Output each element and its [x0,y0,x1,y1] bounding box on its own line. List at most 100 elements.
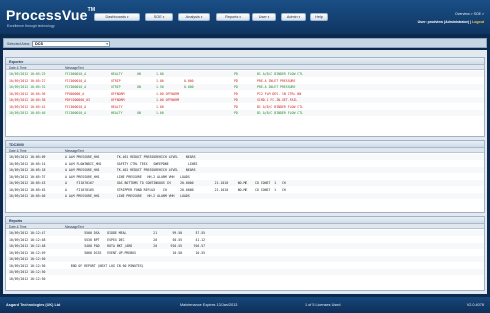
row-message: 5500 DSA DIODE MEAL 21 99.50 57.55 [65,231,206,235]
row-date: 10/09/2012 10:12:48 [9,244,46,248]
panel-title: TDC3000 [6,141,484,148]
row-value2: 1.00 OFFNORM [156,98,180,102]
chevron-down-icon: ▾ [267,15,270,19]
table-row[interactable]: 10/09/2012 10:12:47 5500 DSA DIODE MEAL … [6,230,484,236]
table-row[interactable]: 10/09/2012 10:12:50 END OF REPORT (NEXT … [6,263,484,269]
row-date: 10/09/2012 10:12:49 [9,250,46,255]
row-description: SCHD.1 FC.IN.SET.FAIL [257,98,298,102]
row-message: A FI1070165 STRIPPER FOND REFLUX CH 20.0… [65,187,286,192]
content-area: Exporter Date & Time MessageText 10/09/2… [3,50,487,294]
row-date: 10/09/2012 10:05:36 [9,91,46,96]
row-date: 10/09/2012 10:05:37 [9,174,46,179]
selected-area-select[interactable]: DCS ▾ [32,40,110,47]
row-tag: FIC000010_A [65,111,87,115]
row-value2: 1.00 [156,111,164,115]
row-date: 10/09/2012 10:12:50 [9,257,46,261]
table-row[interactable]: 10/09/2012 10:05:18 A ALM PRESSURE_HH1 TK… [6,167,484,173]
chevron-down-icon: ▾ [239,15,241,19]
table-row[interactable]: 10/09/2012 10:05:45 A FI1070165 STRIPPER … [6,187,484,193]
row-unit: PD [234,78,238,83]
row-date: 10/09/2012 10:12:47 [9,231,46,235]
panel-rows: 10/09/2012 10:05:09 A ALM PRESSURE_HH1 TK… [6,153,484,213]
table-row[interactable]: 10/09/2012 10:12:50 [6,269,484,275]
row-unit: PD [234,91,238,96]
table-row[interactable]: 10/09/2012 10:05:27 FIC000010_A XTRIP 1.… [6,78,484,84]
user-info: User: prodview (Administrator) | Logout [417,20,484,24]
panel-title: Reports [6,217,484,224]
row-description: PRE-A INLET PRESSURE [257,78,296,83]
table-row[interactable]: 10/09/2012 10:12:49 5000 DCSS EVENT-UP-P… [6,250,484,256]
table-row[interactable]: 10/09/2012 10:05:46 A ALM PRESSURE_HH1 LI… [6,193,484,199]
row-state: OFFNORM [111,98,125,102]
table-row[interactable]: 10/09/2012 10:05:46 FIC000010_A HEALTY O… [6,110,484,116]
menu-help[interactable]: Help [310,13,328,21]
table-row[interactable]: 10/09/2012 10:12:48 5530 BPT ESPEX DEC 2… [6,237,484,243]
table-row[interactable]: 10/09/2012 10:05:36 FPO00000_A OFFNORM 1… [6,91,484,97]
row-unit: PD [234,104,238,109]
menu-user[interactable]: User ▾ [252,13,276,21]
row-tag: FIC000010_A [65,104,87,109]
row-tag: PDFC000000_03 [65,98,90,102]
table-row[interactable]: 10/09/2012 10:12:50 [6,276,484,282]
row-date: 10/09/2012 10:05:23 [9,72,46,76]
row-value2: 1.50 [156,85,164,89]
panel-tdc3000: TDC3000 Date & Time MessageText 10/09/20… [5,140,485,213]
selected-area-label: Selected Area: [7,41,30,46]
menu-admin[interactable]: Admin ▾ [281,13,306,21]
logout-link[interactable]: Logout [472,20,484,24]
panel-reports: Reports Date & Time MessageText 10/09/20… [5,216,485,291]
row-date: 10/09/2012 10:05:27 [9,78,46,83]
row-date: 10/09/2012 10:05:09 [9,155,46,159]
row-state: HEALTY [111,72,123,76]
company-name: Asgard Technologies (UK) Ltd [6,303,61,307]
table-row[interactable]: 10/09/2012 10:05:42 FIC000010_A HEALTY 1… [6,104,484,110]
processvue-logo[interactable]: ProcessVueTM [6,7,95,23]
menu-analysis[interactable]: Analysis ▾ [178,13,210,21]
row-description: PRE-A INLET PRESSURE [257,85,296,89]
menu-soe[interactable]: SOE ▾ [145,13,173,21]
row-value2: 1.00 OFFNORM [156,91,180,96]
panel-title: Exporter [6,58,484,65]
row-message: 5530 BPT ESPEX DEC 20 50.55 41.12 [65,237,206,242]
row-message: 5000 DCSS EVENT-UP-PREBUS 10.50 10.55 [65,250,206,255]
breadcrumb[interactable]: Overview > SOE > [455,12,484,16]
row-message: END OF REPORT (NEXT LOG IN 60 MINUTES) [65,263,144,268]
status-footer: Asgard Technologies (UK) Ltd Maintenance… [0,297,490,313]
chevron-down-icon: ▾ [126,15,129,19]
menu-dashboards[interactable]: Dashboards ▾ [94,13,140,21]
row-date: 10/09/2012 10:12:48 [9,237,46,242]
table-row[interactable]: 10/09/2012 10:05:43 A FI1070167 GAS BOTTO… [6,180,484,186]
row-description: B1 A/B/C BINDER FLOW CTL [257,72,304,76]
panel-exporter: Exporter Date & Time MessageText 10/09/2… [5,57,485,137]
table-row[interactable]: 10/09/2012 10:12:50 [6,256,484,262]
panel-rows: 10/09/2012 10:05:23 FIC000010_A HEALTY O… [6,70,484,136]
row-description: P12 FLM DEV. IN CTRL BW [257,91,302,96]
row-date: 10/09/2012 10:12:50 [9,263,46,268]
row-value3: 0.000 [184,78,194,83]
row-state: HEALTY [111,104,123,109]
row-tag: FIC000010_A [65,85,87,89]
chevron-down-icon: ▾ [200,15,203,19]
row-date: 10/09/2012 10:12:50 [9,276,46,281]
table-row[interactable]: 10/09/2012 10:05:14 A ALM FLOWINDIC_HH1 S… [6,161,484,167]
table-row[interactable]: 10/09/2012 10:12:48 5400 PAD ROTA BKT /A… [6,243,484,249]
row-date: 10/09/2012 10:12:50 [9,270,46,274]
row-state: HEALTY [111,111,123,115]
row-state: XTRIP [111,85,121,89]
row-description: B1 A/B/C BINDER FLOW CTL [257,104,304,109]
row-date: 10/09/2012 10:05:43 [9,181,46,185]
table-row[interactable]: 10/09/2012 10:05:38 PDFC000000_03 OFFNOR… [6,97,484,103]
menu-reports[interactable]: Reports ▾ [216,13,250,21]
table-row[interactable]: 10/09/2012 10:05:09 A ALM PRESSURE_HH1 TK… [6,154,484,160]
row-unit: PD [234,98,238,102]
table-row[interactable]: 10/09/2012 10:05:31 FIC000010_A XTRIP ON… [6,84,484,90]
chevron-down-icon[interactable]: ▾ [106,42,108,46]
row-message: A ALM PRESSURE_HH1 TK-461 REDUCT PRESSUR… [65,168,196,172]
table-row[interactable]: 10/09/2012 10:05:37 A ALM PRESSURE_HH1 LI… [6,174,484,180]
row-message: A ALM PRESSURE_HH1 LINE PRESSURE HH.2 AL… [65,174,190,179]
table-row[interactable]: 10/09/2012 10:05:23 FIC000010_A HEALTY O… [6,71,484,77]
row-tag: FPO00000_A [65,91,85,96]
row-value1: ON [137,85,141,89]
maintenance-expiry: Maintenance Expires 13/Jan/2013 [180,303,238,307]
row-date: 10/09/2012 10:05:31 [9,85,46,89]
